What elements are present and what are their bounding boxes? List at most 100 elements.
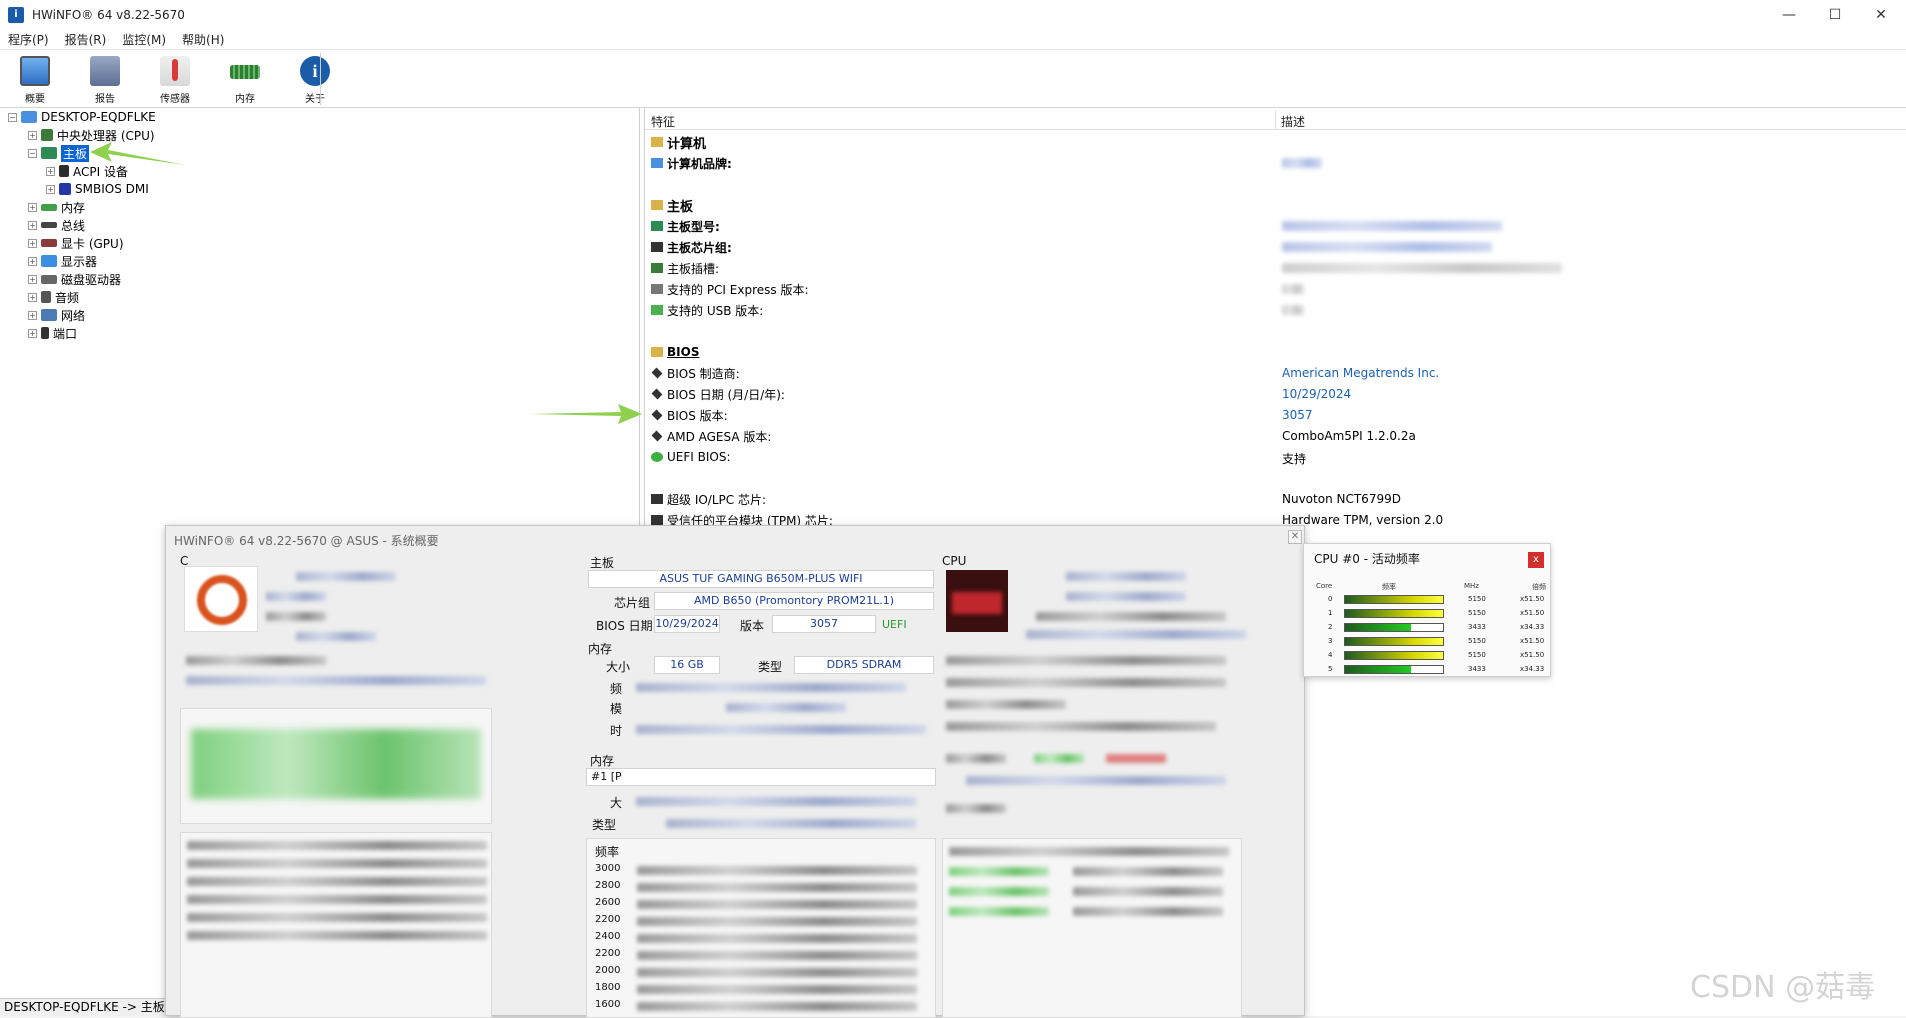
detail-row[interactable]: 计算机 — [651, 132, 706, 152]
module-select[interactable]: #1 [P — [586, 768, 936, 786]
expand-icon[interactable]: + — [28, 130, 37, 140]
close-button[interactable]: ✕ — [1858, 0, 1904, 30]
core-mhz: 5150 — [1468, 637, 1486, 645]
smbios-icon — [59, 183, 71, 195]
expand-icon[interactable]: + — [28, 274, 37, 284]
cpu-icon — [41, 129, 53, 141]
core-mhz: 5150 — [1468, 595, 1486, 603]
detail-row-label: UEFI BIOS: — [667, 450, 731, 464]
expand-icon[interactable]: + — [46, 166, 55, 176]
redacted-timing — [637, 934, 917, 943]
tree-item-port[interactable]: + 端口 — [28, 324, 77, 342]
folder-icon — [651, 137, 663, 147]
detail-row[interactable]: 主板 — [651, 195, 693, 215]
detail-row[interactable]: 主板型号: — [651, 216, 720, 236]
detail-row[interactable]: AMD AGESA 版本: — [651, 426, 771, 446]
detail-row[interactable]: 主板插槽: — [651, 258, 719, 278]
detail-row[interactable]: BIOS 制造商: — [651, 363, 740, 383]
detail-row[interactable]: BIOS — [651, 342, 699, 362]
redacted-value — [1282, 284, 1304, 294]
gpu-image — [946, 570, 1008, 632]
detail-row[interactable]: 计算机品牌: — [651, 153, 732, 173]
expand-icon[interactable]: + — [46, 184, 55, 194]
display-icon — [41, 255, 57, 267]
column-header-feature[interactable]: 特征 — [651, 113, 675, 130]
expand-icon[interactable]: + — [28, 202, 37, 212]
expand-icon[interactable]: + — [28, 220, 37, 230]
summary-button[interactable]: 概要 — [5, 56, 65, 106]
tree-root[interactable]: − DESKTOP-EQDFLKE — [8, 108, 156, 126]
detail-row-label: 计算机 — [667, 136, 707, 152]
core-mhz: 3433 — [1468, 623, 1486, 631]
menu-report[interactable]: 报告(R) — [57, 31, 115, 48]
menu-program[interactable]: 程序(P) — [0, 31, 57, 48]
cpu-activity-popup: CPU #0 - 活动频率 x Core 频率 MHz 倍频 0 5150 x51.… — [1303, 543, 1551, 677]
menu-help[interactable]: 帮助(H) — [174, 31, 232, 48]
detail-row-label: 主板芯片组: — [667, 240, 732, 255]
tree-item-bus[interactable]: + 总线 — [28, 216, 85, 234]
detail-row-value: Hardware TPM, version 2.0 — [1282, 513, 1444, 527]
collapse-icon[interactable]: − — [8, 112, 17, 122]
monitor-icon — [20, 56, 50, 86]
tree-item-label: 显示器 — [61, 254, 98, 269]
maximize-button[interactable]: ☐ — [1812, 0, 1858, 30]
motherboard-icon — [651, 221, 663, 231]
mem-module-label: 内存 — [590, 754, 615, 768]
expand-icon[interactable]: + — [28, 310, 37, 320]
tree-item-motherboard[interactable]: − 主板 — [28, 144, 90, 162]
freq-row-label: 2200 — [595, 914, 621, 925]
redacted-timing — [637, 951, 917, 960]
mode-label: 模 — [610, 702, 623, 716]
about-button[interactable]: i 关于 — [285, 56, 345, 106]
tree-item-memory[interactable]: + 内存 — [28, 198, 85, 216]
expand-icon[interactable]: + — [28, 238, 37, 248]
tree-item-gpu[interactable]: + 显卡 (GPU) — [28, 234, 124, 252]
expand-icon[interactable]: + — [28, 256, 37, 266]
redacted-timing — [637, 1002, 917, 1011]
hwinfo-main-window: i HWiNFO® 64 v8.22-5670 — ☐ ✕ 程序(P) 报告(R… — [0, 0, 1906, 1018]
detail-row-label: 支持的 USB 版本: — [667, 303, 764, 318]
sensors-button[interactable]: 传感器 — [145, 56, 205, 106]
detail-row[interactable]: 支持的 USB 版本: — [651, 300, 763, 320]
redacted-timing — [637, 985, 917, 994]
expand-icon[interactable]: + — [28, 292, 37, 302]
summary-close-button[interactable]: ✕ — [1288, 530, 1302, 544]
summary-button-label: 概要 — [25, 94, 45, 105]
gpu-output-panel — [942, 838, 1242, 1018]
minimize-button[interactable]: — — [1766, 0, 1812, 30]
expand-icon[interactable]: + — [28, 328, 37, 338]
detail-row[interactable]: BIOS 版本: — [651, 405, 728, 425]
tree-item-audio[interactable]: + 音频 — [28, 288, 79, 306]
detail-row[interactable]: BIOS 日期 (月/日/年): — [651, 384, 785, 404]
annotation-arrow — [90, 142, 185, 165]
tree-item-smbios[interactable]: + SMBIOS DMI — [46, 180, 149, 198]
bios-icon — [651, 409, 663, 421]
collapse-icon[interactable]: − — [28, 148, 37, 158]
core-mhz: 5150 — [1468, 651, 1486, 659]
report-button[interactable]: 报告 — [75, 56, 135, 106]
freq-row-label: 1800 — [595, 982, 621, 993]
tree-item-network[interactable]: + 网络 — [28, 306, 85, 324]
detail-row[interactable]: 超级 IO/LPC 芯片: — [651, 489, 766, 509]
detail-row-value: 支持 — [1282, 452, 1307, 466]
redacted-value — [1282, 158, 1322, 168]
column-header-description[interactable]: 描述 — [1281, 113, 1305, 130]
pcie-icon — [651, 284, 663, 294]
bios-date-label: BIOS 日期 — [596, 619, 653, 633]
tree-root-label: DESKTOP-EQDFLKE — [41, 110, 156, 124]
detail-row[interactable]: 支持的 PCI Express 版本: — [651, 279, 809, 299]
floppy-icon — [90, 56, 120, 86]
menu-monitor[interactable]: 监控(M) — [114, 31, 174, 48]
core-multiplier: x51.50 — [1520, 609, 1545, 617]
detail-row[interactable]: UEFI BIOS: — [651, 447, 731, 467]
tree-item-disk[interactable]: + 磁盘驱动器 — [28, 270, 121, 288]
detail-row[interactable]: 主板芯片组: — [651, 237, 732, 257]
tree-item-display[interactable]: + 显示器 — [28, 252, 97, 270]
memory-button[interactable]: 内存 — [215, 56, 275, 106]
folder-icon — [651, 347, 663, 357]
popup-close-button[interactable]: x — [1528, 552, 1544, 568]
detail-row-value: 10/29/2024 — [1282, 387, 1352, 401]
thermometer-icon — [160, 56, 190, 86]
core-row: 4 5150 x51.50 — [1314, 650, 1544, 661]
column-divider[interactable] — [1275, 110, 1276, 130]
